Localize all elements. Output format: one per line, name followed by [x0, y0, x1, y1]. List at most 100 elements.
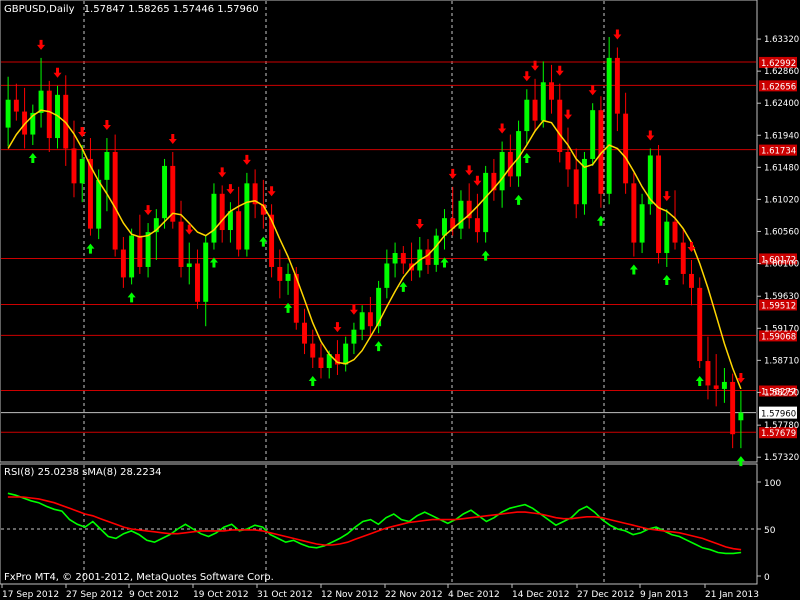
candle-body	[137, 235, 143, 267]
candle-body	[302, 322, 307, 344]
candle-body	[162, 165, 168, 219]
candle-body	[730, 381, 736, 435]
candle-body	[96, 179, 102, 229]
candle-body	[499, 151, 505, 191]
price-axis: 1.629921.626561.617341.601721.595121.590…	[757, 35, 799, 463]
symbol-label: GBPUSD,Daily	[4, 4, 75, 15]
price-tick-label: 1.61480	[764, 163, 799, 173]
price-tick-label: 1.61020	[764, 195, 799, 205]
candle-body	[442, 218, 447, 236]
price-tick-label: 1.58710	[764, 356, 799, 366]
price-tick-label: 1.61940	[764, 131, 799, 141]
candle-body	[606, 57, 612, 194]
footer-copyright: FxPro MT4, © 2001-2012, MetaQuotes Softw…	[4, 572, 274, 583]
candle-body	[590, 110, 596, 159]
candle-body	[219, 193, 225, 231]
price-tick-label: 1.60100	[764, 259, 799, 269]
price-tick-label: 1.59630	[764, 292, 799, 302]
rsi-tick-label: 0	[764, 573, 770, 583]
candle-body	[104, 151, 110, 180]
candle-body	[458, 200, 464, 229]
price-tick-label: 1.62400	[764, 99, 799, 109]
candle-body	[236, 211, 242, 250]
candle-body	[721, 381, 727, 389]
candle-body	[318, 357, 324, 369]
resistance-label: 1.61734	[761, 147, 796, 157]
candle-body	[400, 253, 406, 264]
rsi-tick-label: 50	[764, 526, 776, 536]
candle-body	[705, 361, 711, 386]
price-tick-label: 1.60560	[764, 227, 799, 237]
candle-body	[425, 249, 431, 265]
candle-body	[680, 242, 686, 274]
price-tick-label: 1.59170	[764, 324, 799, 334]
candle-body	[145, 232, 151, 267]
candle-body	[573, 169, 579, 205]
candle-body	[367, 312, 373, 327]
candle-body	[277, 266, 283, 281]
candle-body	[178, 221, 184, 267]
candle-body	[614, 57, 620, 114]
time-tick-label: 27 Sep 2012	[66, 590, 123, 600]
rsi-axis: 100 50 0	[757, 479, 781, 583]
price-tick-label: 1.58250	[764, 388, 799, 398]
candle-body	[689, 273, 694, 288]
resistance-label: 1.59512	[761, 301, 796, 311]
candle-body	[384, 263, 390, 288]
candle-body	[129, 235, 135, 278]
rsi-legend: RSI(8) 25.0238 sMA(8) 28.2234	[4, 467, 162, 478]
quote-label: 1.57847 1.58265 1.57446 1.57960	[84, 4, 259, 15]
candle-body	[664, 221, 670, 254]
time-tick-label: 27 Dec 2012	[577, 590, 635, 600]
candle-body	[557, 99, 563, 152]
candle-body	[211, 193, 217, 243]
candle-body	[623, 113, 629, 184]
time-tick-label: 19 Oct 2012	[193, 590, 249, 600]
chart-header: GBPUSD,Daily 1.57847 1.58265 1.57446 1.5…	[4, 4, 259, 15]
time-axis: 17 Sep 2012 27 Sep 2012 9 Oct 2012 19 Oct 2…	[1, 584, 759, 600]
price-tick-label: 1.57320	[764, 453, 799, 463]
candle-body	[120, 249, 126, 278]
time-tick-label: 12 Nov 2012	[321, 590, 379, 600]
price-tick-label: 1.63320	[764, 35, 799, 45]
time-tick-label: 9 Oct 2012	[129, 590, 179, 600]
candle-body	[71, 148, 77, 184]
candle-body	[631, 183, 637, 243]
candle-body	[549, 82, 554, 100]
candle-body	[738, 412, 744, 421]
candle-body	[672, 221, 678, 243]
time-tick-label: 22 Nov 2012	[385, 590, 443, 600]
candle-body	[310, 343, 316, 358]
candle-body	[13, 99, 19, 112]
candle-body	[203, 242, 209, 302]
candle-body	[524, 99, 530, 132]
candle-body	[392, 253, 398, 264]
price-tick-label: 1.57780	[764, 421, 799, 431]
time-tick-label: 14 Dec 2012	[512, 590, 570, 600]
candle-body	[483, 172, 489, 233]
current-price-label: 1.57960	[761, 410, 796, 420]
candle-body	[79, 158, 85, 184]
candle-body	[359, 312, 365, 330]
candle-body	[343, 343, 349, 365]
time-tick-label: 9 Jan 2013	[640, 590, 688, 600]
time-tick-label: 17 Sep 2012	[2, 590, 59, 600]
candle-body	[656, 155, 662, 254]
time-tick-label: 4 Dec 2012	[448, 590, 500, 600]
candle-body	[565, 151, 571, 170]
time-tick-label: 31 Oct 2012	[257, 590, 313, 600]
candle-body	[474, 218, 480, 233]
candle-body	[639, 204, 645, 243]
candle-body	[540, 82, 546, 121]
time-tick-label: 21 Jan 2013	[705, 590, 759, 600]
resistance-label: 1.62656	[761, 82, 796, 92]
candle-body	[697, 287, 703, 362]
candle-body	[46, 90, 52, 139]
candle-body	[5, 99, 11, 128]
candle-body	[112, 151, 118, 250]
price-tick-label: 1.62860	[764, 67, 799, 77]
candle-body	[351, 329, 357, 344]
candle-body	[285, 273, 291, 281]
candle-body	[195, 263, 200, 302]
candle-body	[433, 235, 439, 265]
